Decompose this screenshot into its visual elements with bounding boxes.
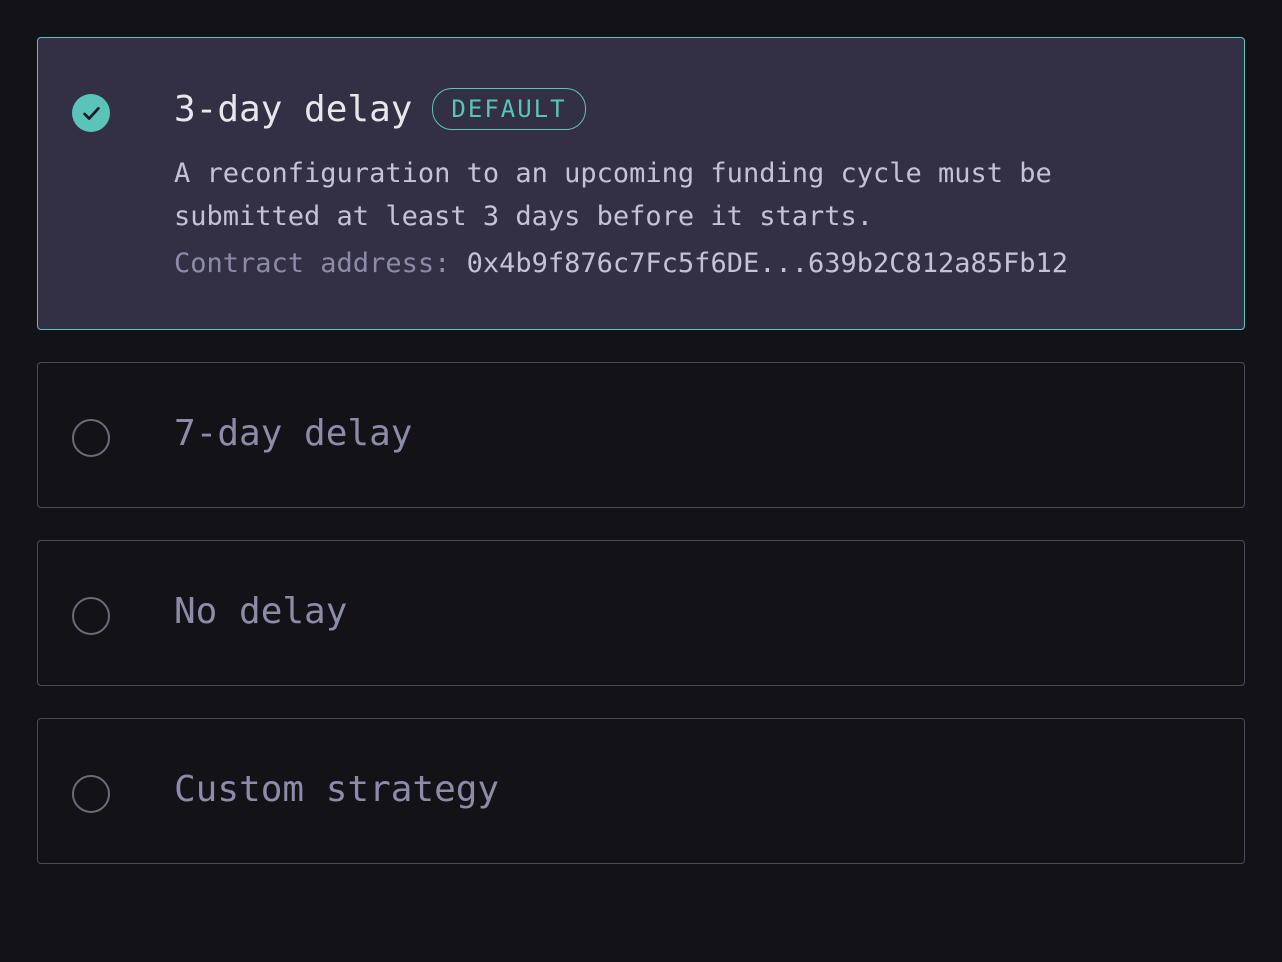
radio-checked-icon xyxy=(72,94,110,132)
option-title: 7-day delay xyxy=(174,413,412,454)
option-content: 3-day delay DEFAULT A reconfiguration to… xyxy=(174,88,1208,279)
option-content: No delay xyxy=(174,591,1208,632)
option-title-row: No delay xyxy=(174,591,1208,632)
option-meta: Contract address: 0x4b9f876c7Fc5f6DE...6… xyxy=(174,248,1208,279)
option-title-row: 7-day delay xyxy=(174,413,1208,454)
option-title: Custom strategy xyxy=(174,769,499,810)
option-3-day-delay[interactable]: 3-day delay DEFAULT A reconfiguration to… xyxy=(37,37,1245,330)
option-content: 7-day delay xyxy=(174,413,1208,454)
option-custom-strategy[interactable]: Custom strategy xyxy=(37,718,1245,864)
meta-label: Contract address: xyxy=(174,248,467,279)
option-7-day-delay[interactable]: 7-day delay xyxy=(37,362,1245,508)
default-badge: DEFAULT xyxy=(432,88,585,130)
meta-value: 0x4b9f876c7Fc5f6DE...639b2C812a85Fb12 xyxy=(467,248,1068,279)
option-content: Custom strategy xyxy=(174,769,1208,810)
option-no-delay[interactable]: No delay xyxy=(37,540,1245,686)
option-title-row: 3-day delay DEFAULT xyxy=(174,88,1208,130)
option-title-row: Custom strategy xyxy=(174,769,1208,810)
radio-unchecked-icon xyxy=(72,775,110,813)
radio-unchecked-icon xyxy=(72,419,110,457)
option-description: A reconfiguration to an upcoming funding… xyxy=(174,152,1208,238)
option-title: 3-day delay xyxy=(174,89,412,130)
radio-unchecked-icon xyxy=(72,597,110,635)
option-title: No delay xyxy=(174,591,347,632)
